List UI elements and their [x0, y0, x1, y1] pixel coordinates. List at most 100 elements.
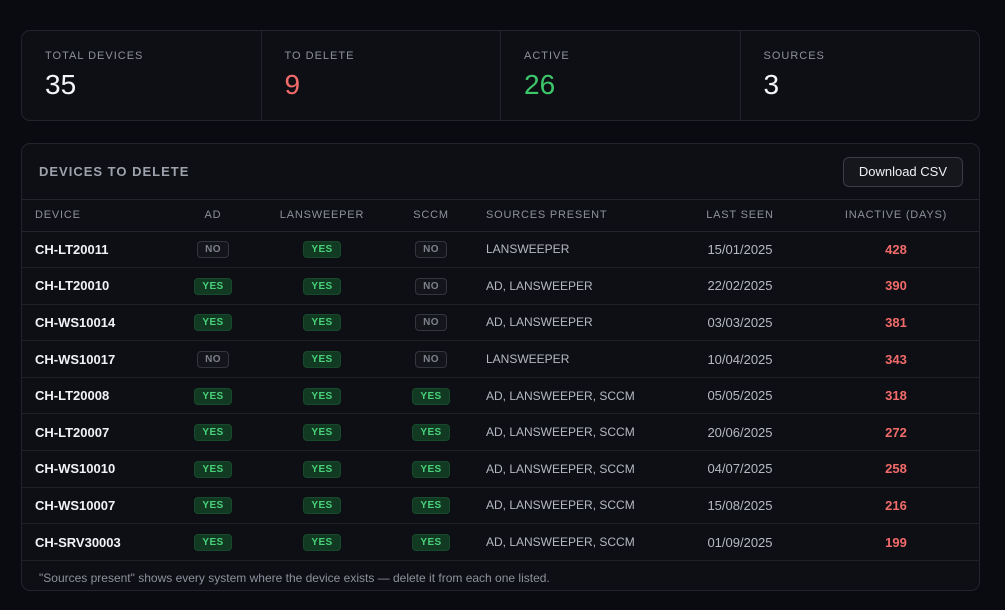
- lansweeper-status-badge: YES: [303, 241, 341, 259]
- table-row[interactable]: CH-WS10010 YES YES YES AD, LANSWEEPER, SCCM 0…: [22, 450, 979, 488]
- sccm-status-badge: NO: [415, 314, 447, 332]
- sccm-status-badge: YES: [412, 387, 450, 405]
- lansweeper-status-cell: YES: [239, 267, 405, 305]
- column-header-sccm[interactable]: SCCM: [405, 200, 457, 232]
- sources-present: LANSWEEPER: [457, 231, 667, 269]
- lansweeper-status-cell: YES: [239, 487, 405, 525]
- ad-status-badge: NO: [197, 351, 229, 369]
- column-header-sources-present[interactable]: SOURCES PRESENT: [457, 200, 667, 232]
- table-row[interactable]: CH-WS10007 YES YES YES AD, LANSWEEPER, SCCM 1…: [22, 487, 979, 525]
- ad-status-cell: NO: [187, 340, 239, 378]
- lansweeper-status-badge: YES: [303, 314, 341, 332]
- table-body: CH-LT20011 NO YES NO LANSWEEPER 15/01/2025 428…: [22, 231, 979, 561]
- lansweeper-status-badge: YES: [303, 534, 341, 552]
- stat-sources: SOURCES 3: [741, 31, 980, 120]
- stat-value: 9: [284, 69, 301, 100]
- ad-status-badge: NO: [197, 241, 229, 259]
- ad-status-badge: YES: [194, 387, 232, 405]
- inactive-days: 428: [813, 231, 979, 269]
- last-seen: 10/04/2025: [667, 340, 813, 378]
- table-row[interactable]: CH-LT20008 YES YES YES AD, LANSWEEPER, SCCM 0…: [22, 377, 979, 415]
- stat-total-devices: TOTAL DEVICES 35: [22, 31, 262, 120]
- ad-status-badge: YES: [194, 534, 232, 552]
- sccm-status-cell: YES: [405, 413, 457, 452]
- ad-status-badge: YES: [194, 460, 232, 478]
- ad-status-cell: NO: [187, 231, 239, 269]
- panel-header: DEVICES TO DELETE Download CSV: [22, 144, 979, 200]
- sources-present: AD, LANSWEEPER: [457, 267, 667, 305]
- table-row[interactable]: CH-LT20011 NO YES NO LANSWEEPER 15/01/2025 428: [22, 231, 979, 269]
- ad-status-badge: YES: [194, 314, 232, 332]
- sccm-status-badge: NO: [415, 241, 447, 259]
- column-header-last-seen[interactable]: LAST SEEN: [667, 200, 813, 232]
- last-seen: 05/05/2025: [667, 377, 813, 415]
- last-seen: 15/08/2025: [667, 487, 813, 525]
- ad-status-cell: YES: [187, 413, 239, 452]
- sccm-status-badge: YES: [412, 460, 450, 478]
- device-name: CH-LT20011: [22, 231, 187, 269]
- sources-present: AD, LANSWEEPER, SCCM: [457, 487, 667, 525]
- stat-value: 35: [45, 69, 77, 100]
- ad-status-cell: YES: [187, 450, 239, 488]
- ad-status-badge: YES: [194, 497, 232, 515]
- download-csv-button[interactable]: Download CSV: [842, 156, 963, 187]
- stat-label: TO DELETE: [284, 50, 355, 62]
- panel-title: DEVICES TO DELETE: [39, 164, 190, 179]
- stat-label: ACTIVE: [524, 50, 570, 62]
- sccm-status-badge: YES: [412, 424, 450, 442]
- sources-present: AD, LANSWEEPER: [457, 304, 667, 342]
- sccm-status-badge: YES: [412, 497, 450, 515]
- last-seen: 01/09/2025: [667, 523, 813, 561]
- inactive-days: 381: [813, 304, 979, 342]
- device-name: CH-SRV30003: [22, 523, 187, 561]
- stat-label: TOTAL DEVICES: [45, 50, 144, 62]
- sources-present: LANSWEEPER: [457, 340, 667, 378]
- lansweeper-status-cell: YES: [239, 340, 405, 378]
- lansweeper-status-badge: YES: [303, 387, 341, 405]
- stat-to-delete: TO DELETE 9: [262, 31, 501, 120]
- table-row[interactable]: CH-LT20007 YES YES YES AD, LANSWEEPER, SCCM 2…: [22, 413, 979, 452]
- table-row[interactable]: CH-WS10017 NO YES NO LANSWEEPER 10/04/2025 343: [22, 340, 979, 378]
- device-name: CH-WS10010: [22, 450, 187, 488]
- ad-status-cell: YES: [187, 267, 239, 305]
- sccm-status-cell: NO: [405, 340, 457, 378]
- ad-status-badge: YES: [194, 424, 232, 442]
- devices-table: DEVICE AD LANSWEEPER SCCM SOURCES PRESEN…: [22, 200, 979, 561]
- column-header-ad[interactable]: AD: [187, 200, 239, 232]
- stat-value: 26: [524, 69, 556, 100]
- inactive-days: 258: [813, 450, 979, 488]
- last-seen: 15/01/2025: [667, 231, 813, 269]
- ad-status-cell: YES: [187, 523, 239, 561]
- device-name: CH-LT20008: [22, 377, 187, 415]
- stats-bar: TOTAL DEVICES 35 TO DELETE 9 ACTIVE 26 S…: [21, 30, 980, 121]
- inactive-days: 390: [813, 267, 979, 305]
- stat-label: SOURCES: [763, 50, 825, 62]
- lansweeper-status-badge: YES: [303, 277, 341, 295]
- table-row[interactable]: CH-LT20010 YES YES NO AD, LANSWEEPER 22/02/20…: [22, 267, 979, 305]
- inactive-days: 199: [813, 523, 979, 561]
- device-name: CH-WS10017: [22, 340, 187, 378]
- stat-value: 3: [763, 69, 780, 100]
- device-name: CH-LT20010: [22, 267, 187, 305]
- last-seen: 04/07/2025: [667, 450, 813, 488]
- ad-status-cell: YES: [187, 304, 239, 342]
- sccm-status-cell: YES: [405, 523, 457, 561]
- table-row[interactable]: CH-WS10014 YES YES NO AD, LANSWEEPER 03/03/20…: [22, 304, 979, 342]
- table-row[interactable]: CH-SRV30003 YES YES YES AD, LANSWEEPER, SCCM…: [22, 523, 979, 561]
- sources-present: AD, LANSWEEPER, SCCM: [457, 413, 667, 452]
- table-header-row: DEVICE AD LANSWEEPER SCCM SOURCES PRESEN…: [22, 200, 979, 232]
- last-seen: 20/06/2025: [667, 413, 813, 452]
- inactive-days: 343: [813, 340, 979, 378]
- lansweeper-status-badge: YES: [303, 351, 341, 369]
- device-name: CH-WS10007: [22, 487, 187, 525]
- sccm-status-badge: NO: [415, 351, 447, 369]
- column-header-device[interactable]: DEVICE: [22, 200, 187, 232]
- column-header-inactive-days[interactable]: INACTIVE (DAYS): [813, 200, 979, 232]
- inactive-days: 216: [813, 487, 979, 525]
- ad-status-cell: YES: [187, 377, 239, 415]
- sources-present: AD, LANSWEEPER, SCCM: [457, 523, 667, 561]
- sccm-status-cell: YES: [405, 377, 457, 415]
- sources-present: AD, LANSWEEPER, SCCM: [457, 377, 667, 415]
- column-header-lansweeper[interactable]: LANSWEEPER: [239, 200, 405, 232]
- sources-present: AD, LANSWEEPER, SCCM: [457, 450, 667, 488]
